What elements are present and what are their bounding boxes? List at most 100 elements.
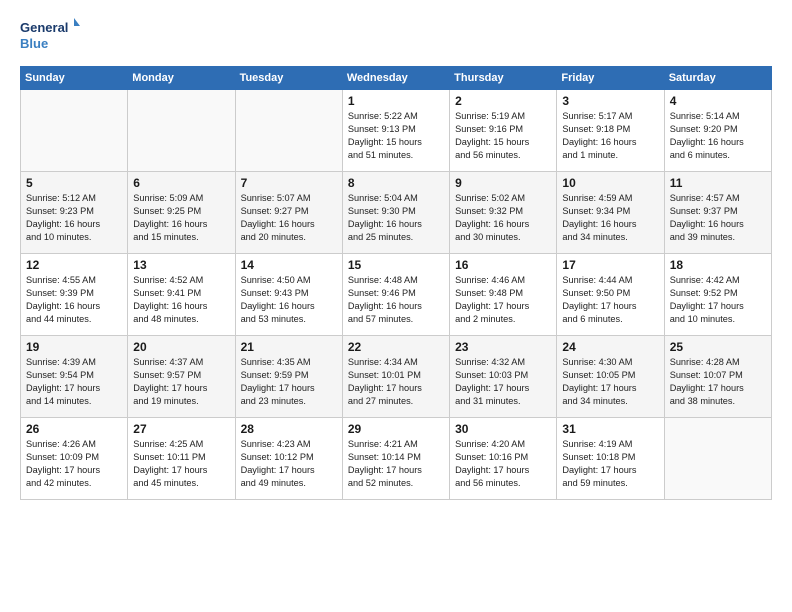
- weekday-saturday: Saturday: [664, 67, 771, 90]
- weekday-sunday: Sunday: [21, 67, 128, 90]
- day-info: Sunrise: 4:57 AMSunset: 9:37 PMDaylight:…: [670, 192, 766, 244]
- day-info: Sunrise: 4:44 AMSunset: 9:50 PMDaylight:…: [562, 274, 658, 326]
- day-cell: 28 Sunrise: 4:23 AMSunset: 10:12 PMDaylig…: [235, 418, 342, 500]
- day-cell: 22 Sunrise: 4:34 AMSunset: 10:01 PMDaylig…: [342, 336, 449, 418]
- day-info: Sunrise: 4:37 AMSunset: 9:57 PMDaylight:…: [133, 356, 229, 408]
- day-info: Sunrise: 5:14 AMSunset: 9:20 PMDaylight:…: [670, 110, 766, 162]
- day-number: 17: [562, 258, 658, 272]
- header: General Blue: [20, 16, 772, 56]
- day-cell: 13 Sunrise: 4:52 AMSunset: 9:41 PMDayligh…: [128, 254, 235, 336]
- week-row-3: 12 Sunrise: 4:55 AMSunset: 9:39 PMDayligh…: [21, 254, 772, 336]
- day-info: Sunrise: 4:52 AMSunset: 9:41 PMDaylight:…: [133, 274, 229, 326]
- day-cell: 23Sunrise: 4:32 AMSunset: 10:03 PMDaylig…: [450, 336, 557, 418]
- day-number: 4: [670, 94, 766, 108]
- day-info: Sunrise: 4:19 AMSunset: 10:18 PMDaylight…: [562, 438, 658, 490]
- day-number: 15: [348, 258, 444, 272]
- weekday-header-row: SundayMondayTuesdayWednesdayThursdayFrid…: [21, 67, 772, 90]
- day-number: 21: [241, 340, 337, 354]
- day-cell: 11 Sunrise: 4:57 AMSunset: 9:37 PMDayligh…: [664, 172, 771, 254]
- day-cell: 25 Sunrise: 4:28 AMSunset: 10:07 PMDaylig…: [664, 336, 771, 418]
- day-info: Sunrise: 4:55 AMSunset: 9:39 PMDaylight:…: [26, 274, 122, 326]
- day-cell: [128, 90, 235, 172]
- day-number: 24: [562, 340, 658, 354]
- day-cell: 24Sunrise: 4:30 AMSunset: 10:05 PMDaylig…: [557, 336, 664, 418]
- day-number: 11: [670, 176, 766, 190]
- day-number: 8: [348, 176, 444, 190]
- weekday-tuesday: Tuesday: [235, 67, 342, 90]
- day-cell: 19Sunrise: 4:39 AMSunset: 9:54 PMDayligh…: [21, 336, 128, 418]
- day-cell: 2 Sunrise: 5:19 AMSunset: 9:16 PMDaylight…: [450, 90, 557, 172]
- day-info: Sunrise: 4:34 AMSunset: 10:01 PMDaylight…: [348, 356, 444, 408]
- weekday-thursday: Thursday: [450, 67, 557, 90]
- day-cell: 1 Sunrise: 5:22 AMSunset: 9:13 PMDaylight…: [342, 90, 449, 172]
- day-info: Sunrise: 5:12 AMSunset: 9:23 PMDaylight:…: [26, 192, 122, 244]
- day-cell: 27 Sunrise: 4:25 AMSunset: 10:11 PMDaylig…: [128, 418, 235, 500]
- weekday-monday: Monday: [128, 67, 235, 90]
- logo-svg: General Blue: [20, 16, 80, 56]
- day-info: Sunrise: 5:04 AMSunset: 9:30 PMDaylight:…: [348, 192, 444, 244]
- day-number: 9: [455, 176, 551, 190]
- day-info: Sunrise: 4:26 AMSunset: 10:09 PMDaylight…: [26, 438, 122, 490]
- day-info: Sunrise: 4:21 AMSunset: 10:14 PMDaylight…: [348, 438, 444, 490]
- day-number: 10: [562, 176, 658, 190]
- weekday-wednesday: Wednesday: [342, 67, 449, 90]
- day-number: 16: [455, 258, 551, 272]
- day-info: Sunrise: 4:25 AMSunset: 10:11 PMDaylight…: [133, 438, 229, 490]
- day-cell: 30 Sunrise: 4:20 AMSunset: 10:16 PMDaylig…: [450, 418, 557, 500]
- day-cell: 18 Sunrise: 4:42 AMSunset: 9:52 PMDayligh…: [664, 254, 771, 336]
- day-number: 27: [133, 422, 229, 436]
- svg-text:Blue: Blue: [20, 36, 48, 51]
- day-cell: 26 Sunrise: 4:26 AMSunset: 10:09 PMDaylig…: [21, 418, 128, 500]
- day-number: 26: [26, 422, 122, 436]
- calendar-body: 1 Sunrise: 5:22 AMSunset: 9:13 PMDaylight…: [21, 90, 772, 500]
- day-number: 14: [241, 258, 337, 272]
- day-cell: 29 Sunrise: 4:21 AMSunset: 10:14 PMDaylig…: [342, 418, 449, 500]
- day-info: Sunrise: 4:28 AMSunset: 10:07 PMDaylight…: [670, 356, 766, 408]
- day-number: 19: [26, 340, 122, 354]
- day-cell: 6 Sunrise: 5:09 AMSunset: 9:25 PMDaylight…: [128, 172, 235, 254]
- day-number: 28: [241, 422, 337, 436]
- day-info: Sunrise: 4:23 AMSunset: 10:12 PMDaylight…: [241, 438, 337, 490]
- day-number: 7: [241, 176, 337, 190]
- week-row-5: 26 Sunrise: 4:26 AMSunset: 10:09 PMDaylig…: [21, 418, 772, 500]
- day-info: Sunrise: 4:59 AMSunset: 9:34 PMDaylight:…: [562, 192, 658, 244]
- day-info: Sunrise: 4:42 AMSunset: 9:52 PMDaylight:…: [670, 274, 766, 326]
- svg-text:General: General: [20, 20, 68, 35]
- day-number: 5: [26, 176, 122, 190]
- day-info: Sunrise: 4:46 AMSunset: 9:48 PMDaylight:…: [455, 274, 551, 326]
- day-number: 6: [133, 176, 229, 190]
- day-cell: 7Sunrise: 5:07 AMSunset: 9:27 PMDaylight…: [235, 172, 342, 254]
- page: General Blue SundayMondayTuesdayWednesda…: [0, 0, 792, 612]
- day-cell: 17 Sunrise: 4:44 AMSunset: 9:50 PMDayligh…: [557, 254, 664, 336]
- day-info: Sunrise: 5:22 AMSunset: 9:13 PMDaylight:…: [348, 110, 444, 162]
- day-number: 29: [348, 422, 444, 436]
- day-info: Sunrise: 5:17 AMSunset: 9:18 PMDaylight:…: [562, 110, 658, 162]
- day-info: Sunrise: 4:50 AMSunset: 9:43 PMDaylight:…: [241, 274, 337, 326]
- day-cell: 3Sunrise: 5:17 AMSunset: 9:18 PMDaylight…: [557, 90, 664, 172]
- day-info: Sunrise: 4:32 AMSunset: 10:03 PMDaylight…: [455, 356, 551, 408]
- day-cell: 9 Sunrise: 5:02 AMSunset: 9:32 PMDaylight…: [450, 172, 557, 254]
- day-cell: 5 Sunrise: 5:12 AMSunset: 9:23 PMDaylight…: [21, 172, 128, 254]
- day-cell: [21, 90, 128, 172]
- day-number: 1: [348, 94, 444, 108]
- day-number: 12: [26, 258, 122, 272]
- day-number: 18: [670, 258, 766, 272]
- day-info: Sunrise: 5:09 AMSunset: 9:25 PMDaylight:…: [133, 192, 229, 244]
- day-info: Sunrise: 5:19 AMSunset: 9:16 PMDaylight:…: [455, 110, 551, 162]
- calendar-table: SundayMondayTuesdayWednesdayThursdayFrid…: [20, 66, 772, 500]
- day-info: Sunrise: 5:02 AMSunset: 9:32 PMDaylight:…: [455, 192, 551, 244]
- day-number: 13: [133, 258, 229, 272]
- day-cell: 31Sunrise: 4:19 AMSunset: 10:18 PMDaylig…: [557, 418, 664, 500]
- day-info: Sunrise: 4:20 AMSunset: 10:16 PMDaylight…: [455, 438, 551, 490]
- day-number: 30: [455, 422, 551, 436]
- week-row-4: 19Sunrise: 4:39 AMSunset: 9:54 PMDayligh…: [21, 336, 772, 418]
- day-number: 22: [348, 340, 444, 354]
- day-info: Sunrise: 4:35 AMSunset: 9:59 PMDaylight:…: [241, 356, 337, 408]
- day-cell: 4 Sunrise: 5:14 AMSunset: 9:20 PMDaylight…: [664, 90, 771, 172]
- day-cell: 14 Sunrise: 4:50 AMSunset: 9:43 PMDayligh…: [235, 254, 342, 336]
- day-number: 2: [455, 94, 551, 108]
- day-cell: [235, 90, 342, 172]
- week-row-1: 1 Sunrise: 5:22 AMSunset: 9:13 PMDaylight…: [21, 90, 772, 172]
- logo: General Blue: [20, 16, 80, 56]
- day-number: 25: [670, 340, 766, 354]
